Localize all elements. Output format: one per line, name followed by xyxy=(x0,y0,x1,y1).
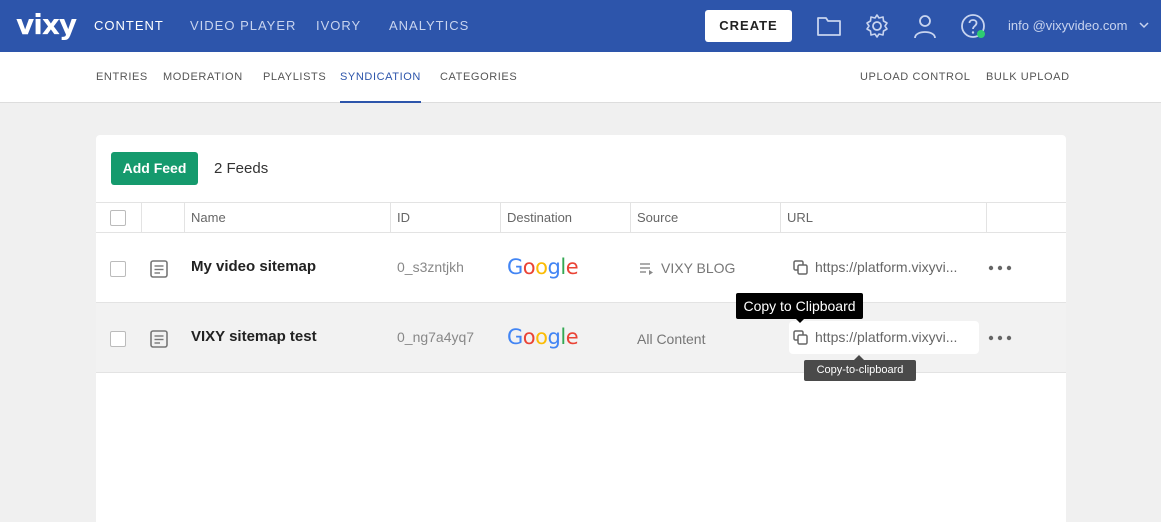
subnav-categories[interactable]: CATEGORIES xyxy=(440,52,517,103)
column-header-name[interactable]: Name xyxy=(191,203,226,232)
subnav-upload-control[interactable]: UPLOAD CONTROL xyxy=(860,52,970,103)
table-row[interactable]: My video sitemap 0_s3zntjkh Google VIXY … xyxy=(96,233,1066,303)
table-row[interactable]: VIXY sitemap test 0_ng7a4yq7 Google All … xyxy=(96,303,1066,373)
column-header-destination[interactable]: Destination xyxy=(507,203,572,232)
feed-name[interactable]: VIXY sitemap test xyxy=(191,328,317,345)
add-feed-button[interactable]: Add Feed xyxy=(111,152,198,185)
document-icon xyxy=(150,330,168,348)
feed-url-text[interactable]: https://platform.vixyvi... xyxy=(815,321,975,354)
vixy-logo[interactable]: vixy xyxy=(16,8,77,41)
feed-url[interactable]: https://platform.vixyvi... xyxy=(789,321,979,354)
table-header: Name ID Destination Source URL xyxy=(96,202,1066,233)
nav-content[interactable]: CONTENT xyxy=(94,0,164,52)
online-status-dot xyxy=(977,30,985,38)
column-header-source[interactable]: Source xyxy=(637,203,678,232)
row-checkbox[interactable] xyxy=(110,331,126,347)
subnav-playlists[interactable]: PLAYLISTS xyxy=(263,52,326,103)
sub-nav-bar: ENTRIES MODERATION PLAYLISTS SYNDICATION… xyxy=(0,52,1161,103)
copy-icon[interactable] xyxy=(793,260,808,275)
feed-count: 2 Feeds xyxy=(214,160,269,177)
playlist-icon xyxy=(640,263,653,275)
row-checkbox[interactable] xyxy=(110,261,126,277)
copy-to-clipboard-tooltip: Copy to Clipboard xyxy=(736,293,863,319)
subnav-syndication[interactable]: SYNDICATION xyxy=(340,52,421,103)
user-account-menu[interactable]: info @vixyvideo.com xyxy=(1008,0,1127,52)
copy-hint-tooltip: Copy-to-clipboard xyxy=(804,360,916,381)
help-icon[interactable] xyxy=(960,13,986,39)
create-button[interactable]: CREATE xyxy=(705,10,792,42)
google-logo: Google xyxy=(507,255,579,279)
document-icon xyxy=(150,260,168,278)
subnav-entries[interactable]: ENTRIES xyxy=(96,52,148,103)
column-header-id[interactable]: ID xyxy=(397,203,410,232)
more-options-icon[interactable] xyxy=(988,265,1012,271)
column-header-url[interactable]: URL xyxy=(787,203,813,232)
copy-icon[interactable] xyxy=(793,330,808,345)
feed-url[interactable]: https://platform.vixyvi... xyxy=(789,251,979,284)
feed-id: 0_s3zntjkh xyxy=(397,259,464,275)
feeds-card: Add Feed 2 Feeds Name ID Destination Sou… xyxy=(96,135,1066,522)
chevron-down-icon[interactable] xyxy=(1138,19,1150,31)
feed-source: All Content xyxy=(637,331,706,347)
nav-video-player[interactable]: VIDEO PLAYER xyxy=(190,0,296,52)
feed-url-text[interactable]: https://platform.vixyvi... xyxy=(815,251,975,284)
feed-id: 0_ng7a4yq7 xyxy=(397,329,475,345)
feed-name[interactable]: My video sitemap xyxy=(191,258,316,275)
folder-icon[interactable] xyxy=(816,13,842,39)
subnav-bulk-upload[interactable]: BULK UPLOAD xyxy=(986,52,1070,103)
google-logo: Google xyxy=(507,325,579,349)
select-all-checkbox[interactable] xyxy=(110,210,126,226)
user-icon[interactable] xyxy=(912,13,938,39)
nav-ivory[interactable]: IVORY xyxy=(316,0,361,52)
gear-icon[interactable] xyxy=(864,13,890,39)
tooltip-arrow xyxy=(795,318,805,323)
top-bar: vixy CONTENT VIDEO PLAYER IVORY ANALYTIC… xyxy=(0,0,1161,52)
feed-source: VIXY BLOG xyxy=(661,260,736,276)
subnav-moderation[interactable]: MODERATION xyxy=(163,52,243,103)
more-options-icon[interactable] xyxy=(988,335,1012,341)
nav-analytics[interactable]: ANALYTICS xyxy=(389,0,469,52)
